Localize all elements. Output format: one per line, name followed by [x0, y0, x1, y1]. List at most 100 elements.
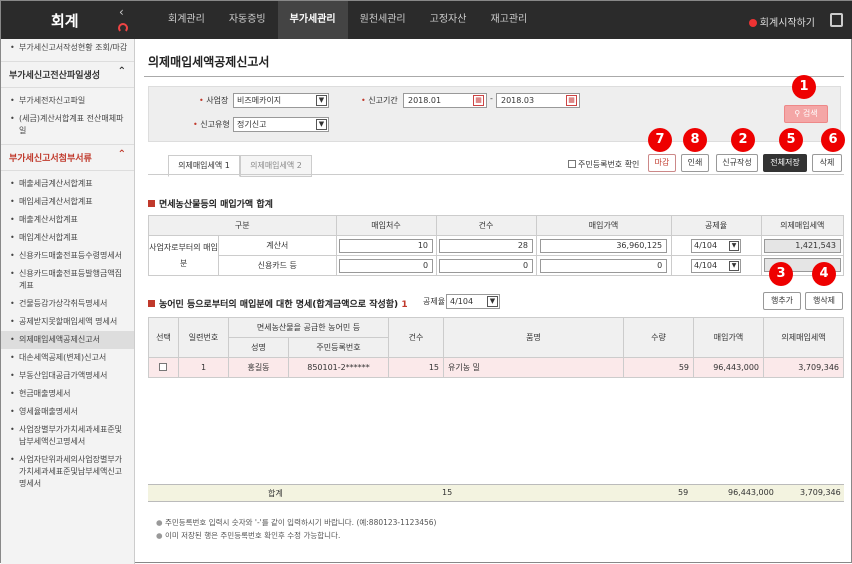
- delete-button[interactable]: 삭제: [812, 154, 842, 172]
- cell-qty[interactable]: 59: [623, 357, 694, 378]
- section1-title: 면세농산물등의 매입가액 합계: [148, 197, 273, 210]
- sidebar-item[interactable]: 매출세금계산서합계표: [1, 175, 134, 193]
- chevron-up-icon: ⌃: [117, 149, 126, 160]
- col-header: 품명: [443, 317, 624, 358]
- col-header: 건수: [388, 317, 444, 358]
- sidebar-item[interactable]: 부동산임대공급가액명세서: [1, 367, 134, 385]
- cell-seq: 1: [178, 357, 229, 378]
- sidebar-item[interactable]: 대손세액공제(변제)신고서: [1, 349, 134, 367]
- total-row: 합계 15 59 96,443,000 3,709,346: [148, 484, 844, 502]
- rrn-checkbox[interactable]: [568, 160, 576, 168]
- col-header: 매입처수: [335, 215, 437, 236]
- chevron-down-icon: ▼: [729, 260, 740, 271]
- annotation-badge: 2: [731, 128, 755, 152]
- amount-input[interactable]: 0: [539, 258, 668, 273]
- sidebar-item[interactable]: 의제매입세액공제신고서: [1, 331, 134, 349]
- farmer-purchase-table: 선택 일련번호 면세농산물을 공급한 농어민 등 건수 품명 수량 매입가액 의…: [148, 317, 844, 378]
- vendors-input[interactable]: 10: [338, 238, 434, 253]
- count-input[interactable]: 28: [438, 238, 534, 253]
- chevron-down-icon: ▼: [729, 240, 740, 251]
- nav-withholding[interactable]: 원천세관리: [348, 1, 418, 39]
- search-icon: ⚲: [794, 109, 803, 118]
- new-button[interactable]: 신규작성: [716, 154, 758, 172]
- report-type-select[interactable]: 정기신고 ▼: [233, 117, 329, 132]
- chevron-down-icon: ▼: [316, 95, 327, 106]
- sidebar-item[interactable]: 사업자단위과세의사업장별부가가치세과세표준및납부세액신고명세서: [1, 451, 134, 493]
- col-header: 매입가액: [693, 317, 764, 358]
- calculator-icon[interactable]: [830, 13, 843, 27]
- chevron-down-icon: ▼: [487, 296, 498, 307]
- annotation-badge: 7: [648, 128, 672, 152]
- table-row[interactable]: 1 홍길동 850101-2****** 15 유기농 밀 59 96,443,…: [148, 357, 844, 378]
- print-button[interactable]: 인쇄: [681, 154, 709, 172]
- row-checkbox[interactable]: [158, 363, 167, 371]
- cell-name[interactable]: 홍길동: [228, 357, 289, 378]
- sidebar-item[interactable]: 매입계산서합계표: [1, 229, 134, 247]
- sidebar-item[interactable]: (세금)계산서합계표 전산매체파일: [1, 110, 134, 140]
- col-header: 공제율: [670, 215, 762, 236]
- sidebar-item[interactable]: 신용카드매출전표등수령명세서: [1, 247, 134, 265]
- add-row-button[interactable]: 행추가: [763, 292, 801, 310]
- col-header: 의제매입세액: [763, 317, 844, 358]
- cell-item[interactable]: 유기농 밀: [443, 357, 624, 378]
- sec2-rate-select[interactable]: 4/104 ▼: [446, 294, 500, 309]
- app-logo[interactable]: 회계: [51, 10, 79, 31]
- cell-amount[interactable]: 96,443,000: [693, 357, 764, 378]
- sidebar-item[interactable]: 건물등감가상각취득명세서: [1, 295, 134, 313]
- save-all-button[interactable]: 전체저장: [763, 154, 807, 172]
- section2-title: 농어민 등으로부터의 매입분에 대한 명세(합계금액으로 작성함) 1: [148, 297, 408, 310]
- nav-fixed-assets[interactable]: 고정자산: [418, 1, 479, 39]
- count-input[interactable]: 0: [438, 258, 534, 273]
- sidebar-item[interactable]: 매출계산서합계표: [1, 211, 134, 229]
- divider: [144, 76, 844, 77]
- biz-label: 사업장: [199, 95, 228, 106]
- period-to-input[interactable]: 2018.03 ▦: [496, 93, 580, 108]
- type-label: 신고유형: [193, 119, 229, 130]
- nav-vat[interactable]: 부가세관리: [277, 1, 348, 39]
- delete-row-button[interactable]: 행삭제: [805, 292, 843, 310]
- sidebar-item[interactable]: 매입세금계산서합계표: [1, 193, 134, 211]
- sidebar-group-efile[interactable]: 부가세신고전산파일생성 ⌃: [1, 61, 134, 88]
- nav-auto-evidence[interactable]: 자동증빙: [217, 1, 278, 39]
- sidebar-item[interactable]: 부가세전자신고파일: [1, 92, 134, 110]
- rate-select[interactable]: 4/104 ▼: [691, 258, 742, 273]
- sidebar-item[interactable]: 신용카드매출전표등발행금액집계표: [1, 265, 134, 295]
- annotation-badge: 4: [812, 262, 836, 286]
- sidebar-group-attachments[interactable]: 부가세신고서첨부서류 ⌃: [1, 144, 134, 171]
- alert-icon: [748, 19, 757, 27]
- sidebar-item[interactable]: 부가세신고서작성현황 조회/마감: [1, 39, 134, 57]
- sidebar-item[interactable]: 현금매출명세서: [1, 385, 134, 403]
- period-from-input[interactable]: 2018.01 ▦: [403, 93, 487, 108]
- cell-tax: 3,709,346: [763, 357, 844, 378]
- biz-select[interactable]: 비즈메카이지 ▼: [233, 93, 329, 108]
- amount-input[interactable]: 36,960,125: [539, 238, 668, 253]
- rate-select[interactable]: 4/104 ▼: [691, 238, 742, 253]
- cell-rrn[interactable]: 850101-2******: [288, 357, 389, 378]
- cell-count[interactable]: 15: [388, 357, 444, 378]
- vendors-input[interactable]: 0: [338, 258, 434, 273]
- total-label: 합계: [268, 489, 283, 498]
- sidebar-item[interactable]: 사업장별부가가치세과세표준및납부세액신고명세서: [1, 421, 134, 451]
- start-accounting-link[interactable]: 회계시작하기: [748, 14, 815, 29]
- headset-icon[interactable]: [118, 23, 128, 33]
- search-button[interactable]: ⚲ 검색: [784, 105, 828, 123]
- col-header: 주민등록번호: [288, 337, 389, 358]
- annotation-badge: 3: [769, 262, 793, 286]
- rrn-check[interactable]: 주민등록번호 확인: [568, 159, 639, 170]
- calendar-icon[interactable]: ▦: [566, 95, 577, 106]
- calendar-icon[interactable]: ▦: [473, 95, 484, 106]
- sidebar-item[interactable]: 공제받지못할매입세액 명세서: [1, 313, 134, 331]
- col-header: 성명: [228, 337, 289, 358]
- period-label: 신고기간: [361, 95, 397, 106]
- col-header: 의제매입세액: [760, 215, 845, 236]
- collapse-sidebar-icon[interactable]: ‹: [119, 5, 124, 19]
- rate-label: 공제율: [423, 297, 446, 306]
- nav-inventory[interactable]: 재고관리: [478, 1, 539, 39]
- sidebar-item[interactable]: 영세율매출명세서: [1, 403, 134, 421]
- col-header: 일련번호: [178, 317, 229, 358]
- close-button[interactable]: 마감: [648, 154, 676, 172]
- total-count: 15: [442, 488, 453, 497]
- note: 주민등록번호 입력시 숫자와 '-'를 같이 입력하시기 바랍니다. (예:88…: [156, 517, 437, 528]
- nav-accounting[interactable]: 회계관리: [156, 1, 217, 39]
- sidebar: 부가세신고서작성현황 조회/마감 부가세신고전산파일생성⌃ 부가세전자신고파일 …: [1, 39, 135, 564]
